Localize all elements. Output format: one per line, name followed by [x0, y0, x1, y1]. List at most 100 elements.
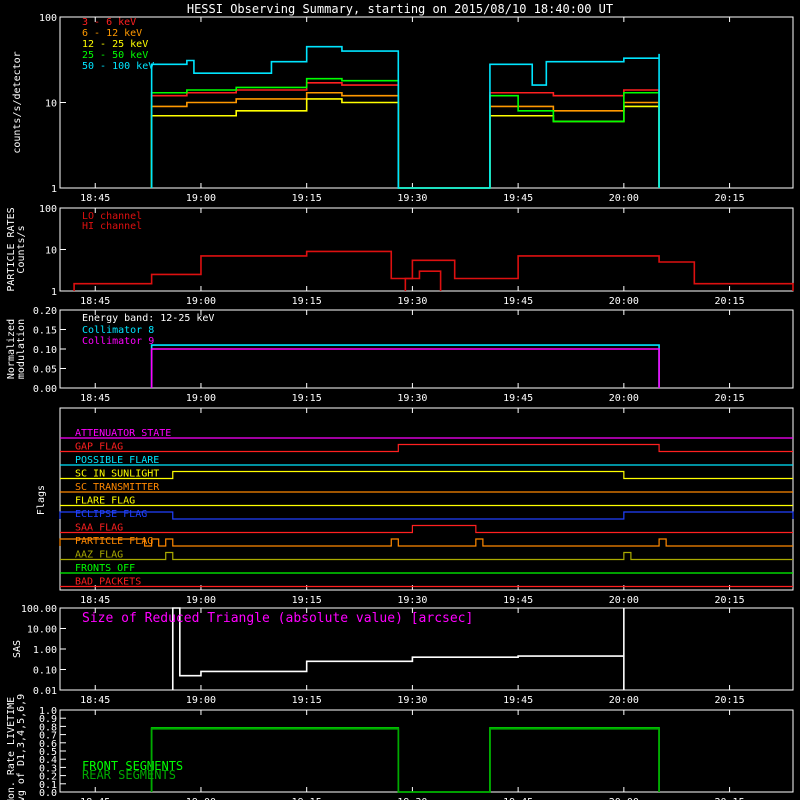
- flag-label: ECLIPSE FLAG: [75, 509, 147, 520]
- particle-ytick-label: 10: [45, 246, 57, 257]
- particle-ytick-label: 1: [51, 287, 57, 298]
- sas-xtick-label: 19:00: [186, 695, 216, 706]
- flags-ylabel: Flags: [36, 485, 47, 515]
- modulation-legend-1: Collimator 9: [82, 336, 154, 347]
- particle-ytick-label: 100: [39, 204, 57, 215]
- modulation-ytick-label: 0.10: [33, 345, 57, 356]
- counts-series-0: [150, 81, 660, 189]
- modulation-ylabel: modulation: [16, 319, 27, 379]
- counts-legend-3: 25 - 50 keV: [82, 50, 148, 61]
- flag-line: [60, 551, 793, 561]
- counts-xtick-label: 19:45: [503, 193, 533, 204]
- modulation-annotation: Energy band: 12-25 keV: [82, 313, 214, 324]
- particle-legend-1: HI channel: [82, 221, 142, 232]
- modulation-ytick-label: 0.20: [33, 306, 57, 317]
- observing-summary-chart: HESSI Observing Summary, starting on 201…: [6, 2, 794, 800]
- particle-ylabel: Counts/s: [16, 225, 27, 273]
- sas-xtick-label: 20:00: [609, 695, 639, 706]
- modulation-legend-0: Collimator 8: [82, 325, 154, 336]
- counts-legend-1: 6 - 12 keV: [82, 28, 142, 39]
- flag-label: BAD PACKETS: [75, 577, 141, 588]
- particle-frame: [59, 207, 794, 292]
- flag-label: GAP FLAG: [75, 442, 123, 453]
- flag-line: [60, 443, 793, 453]
- flag-line: [59, 538, 793, 547]
- flags-xtick-label: 20:15: [715, 595, 745, 606]
- flag-line: [60, 524, 793, 534]
- counts-series-1: [150, 91, 660, 189]
- sas-annotation: Size of Reduced Triangle (absolute value…: [82, 611, 473, 626]
- modulation-xtick-label: 20:15: [715, 393, 745, 404]
- counts-ytick-label: 100: [39, 13, 57, 24]
- flag-label: AAZ FLAG: [75, 550, 123, 561]
- sas-ytick-label: 0.10: [33, 666, 57, 677]
- particle-xtick-label: 19:15: [292, 296, 322, 307]
- flags-xtick-label: 19:15: [292, 595, 322, 606]
- particle-xtick-label: 19:00: [186, 296, 216, 307]
- flags-xtick-label: 19:30: [397, 595, 427, 606]
- particle-xtick-label: 20:00: [609, 296, 639, 307]
- counts-legend-2: 12 - 25 keV: [82, 39, 148, 50]
- livetime-legend-1: REAR SEGMENTS: [82, 768, 176, 782]
- modulation-xtick-label: 20:00: [609, 393, 639, 404]
- sas-xtick-label: 20:15: [715, 695, 745, 706]
- livetime-ytick-label: 1.0: [39, 706, 57, 717]
- sas-ytick-label: 1.00: [33, 645, 57, 656]
- flag-label: POSSIBLE FLARE: [75, 455, 159, 466]
- counts-xtick-label: 20:15: [715, 193, 745, 204]
- modulation-xtick-label: 19:15: [292, 393, 322, 404]
- flag-label: SAA FLAG: [75, 523, 123, 534]
- sas-ytick-label: 10.00: [27, 625, 57, 636]
- counts-ytick-label: 1: [51, 184, 57, 195]
- modulation-series-0: [150, 344, 660, 388]
- particle-xtick-label: 19:30: [397, 296, 427, 307]
- particle-xtick-label: 20:15: [715, 296, 745, 307]
- flag-label: FLARE FLAG: [75, 496, 135, 507]
- particle-series-1: [404, 270, 442, 291]
- flag-label: FRONTS OFF: [75, 563, 135, 574]
- counts-xtick-label: 18:45: [80, 193, 110, 204]
- chart-title: HESSI Observing Summary, starting on 201…: [187, 2, 613, 16]
- modulation-series-1: [150, 348, 660, 388]
- flag-label: SC IN SUNLIGHT: [75, 469, 159, 480]
- modulation-ytick-label: 0.05: [33, 365, 57, 376]
- counts-series-4: [150, 45, 660, 189]
- particle-xtick-label: 18:45: [80, 296, 110, 307]
- flags-xtick-label: 18:45: [80, 595, 110, 606]
- counts-xtick-label: 20:00: [609, 193, 639, 204]
- livetime-series-1: [150, 728, 660, 793]
- flags-xtick-label: 20:00: [609, 595, 639, 606]
- flags-xtick-label: 19:00: [186, 595, 216, 606]
- counts-xtick-label: 19:30: [397, 193, 427, 204]
- modulation-ytick-label: 0.00: [33, 384, 57, 395]
- counts-xtick-label: 19:00: [186, 193, 216, 204]
- modulation-xtick-label: 19:00: [186, 393, 216, 404]
- particle-xtick-label: 19:45: [503, 296, 533, 307]
- sas-ytick-label: 0.01: [33, 686, 57, 697]
- counts-frame: [59, 16, 794, 189]
- flag-line: [59, 511, 794, 520]
- modulation-xtick-label: 19:45: [503, 393, 533, 404]
- sas-xtick-label: 18:45: [80, 695, 110, 706]
- sas-xtick-label: 19:45: [503, 695, 533, 706]
- counts-legend-4: 50 - 100 keV: [82, 61, 154, 72]
- livetime-ylabel: avg of D1,3,4,5,6,9: [16, 694, 27, 800]
- modulation-ytick-label: 0.15: [33, 326, 57, 337]
- modulation-xtick-label: 18:45: [80, 393, 110, 404]
- flag-label: PARTICLE FLAG: [75, 536, 153, 547]
- livetime-series-0: [150, 727, 660, 793]
- flag-line: [60, 470, 793, 480]
- sas-xtick-label: 19:30: [397, 695, 427, 706]
- counts-ylabel: counts/s/detector: [12, 51, 23, 153]
- counts-legend-0: 3 - 6 keV: [82, 17, 136, 28]
- sas-xtick-label: 19:15: [292, 695, 322, 706]
- sas-ylabel: SAS: [12, 640, 23, 658]
- sas-ytick-label: 100.00: [21, 604, 57, 615]
- counts-xtick-label: 19:15: [292, 193, 322, 204]
- counts-series-2: [150, 98, 660, 189]
- flag-label: SC TRANSMITTER: [75, 482, 160, 493]
- flags-xtick-label: 19:45: [503, 595, 533, 606]
- flag-label: ATTENUATOR STATE: [75, 428, 171, 439]
- counts-ytick-label: 10: [45, 99, 57, 110]
- modulation-xtick-label: 19:30: [397, 393, 427, 404]
